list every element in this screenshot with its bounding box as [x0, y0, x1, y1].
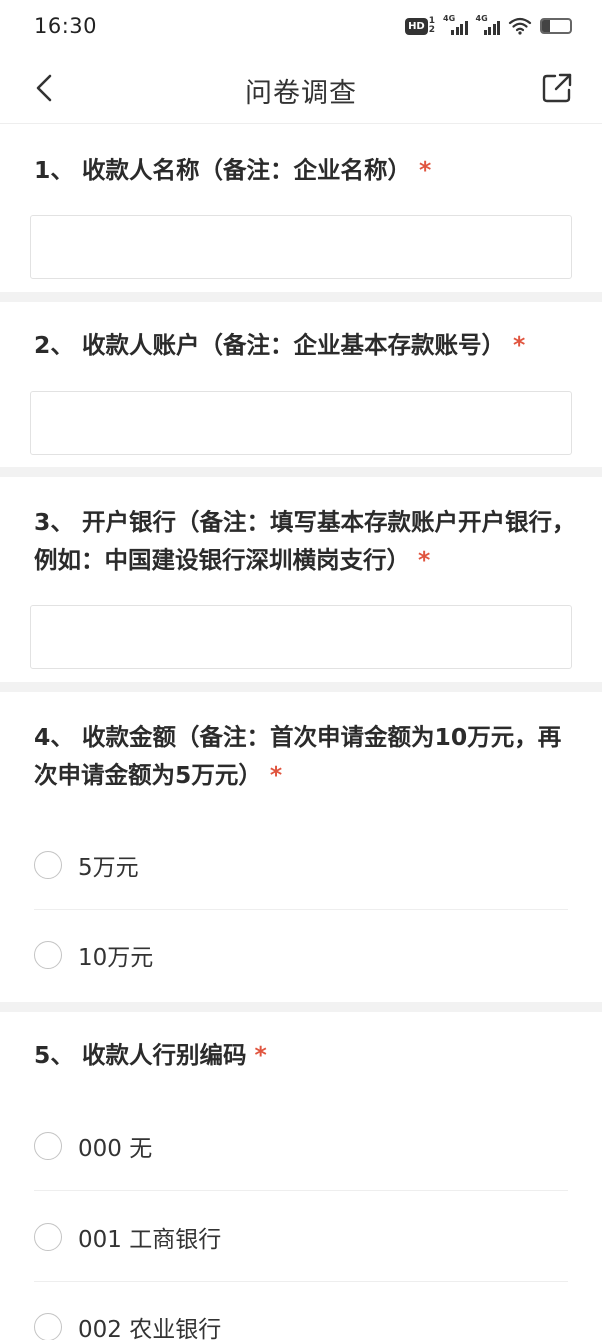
question-4-title-text: 4、 收款金额（备注：首次申请金额为10万元，再次申请金额为5万元）	[34, 723, 562, 789]
required-mark: *	[418, 546, 431, 574]
option-label: 10万元	[78, 945, 154, 971]
hd-icon: HD 1 2	[405, 17, 435, 35]
signal-2-label: 4G	[475, 14, 488, 23]
option-001[interactable]: 001 工商银行	[0, 1192, 602, 1282]
signal-1-label: 4G	[443, 14, 456, 23]
question-5-title: 5、 收款人行别编码 *	[34, 1036, 576, 1074]
question-4: 4、 收款金额（备注：首次申请金额为10万元，再次申请金额为5万元） * 5万元 …	[0, 692, 602, 1002]
hd-label: HD	[405, 17, 428, 35]
radio-button[interactable]	[34, 1223, 62, 1251]
question-3-title-text: 3、 开户银行（备注：填写基本存款账户开户银行，例如：中国建设银行深圳横岗支行）	[34, 508, 576, 574]
question-3-title: 3、 开户银行（备注：填写基本存款账户开户银行，例如：中国建设银行深圳横岗支行）…	[34, 503, 576, 579]
option-label: 001 工商银行	[78, 1227, 222, 1253]
payee-account-input[interactable]	[30, 391, 572, 455]
question-5-title-text: 5、 收款人行别编码	[34, 1041, 247, 1069]
radio-button[interactable]	[34, 941, 62, 969]
question-4-title: 4、 收款金额（备注：首次申请金额为10万元，再次申请金额为5万元） *	[34, 718, 576, 794]
radio-button[interactable]	[34, 1132, 62, 1160]
section-divider	[0, 1002, 602, 1012]
required-mark: *	[419, 156, 432, 184]
nav-bar: 问卷调查	[0, 56, 602, 124]
status-bar: 16:30 HD 1 2 4G 4G	[0, 0, 602, 56]
required-mark: *	[254, 1041, 267, 1069]
question-2-title: 2、 收款人账户（备注：企业基本存款账号） *	[34, 326, 576, 364]
wifi-icon	[508, 17, 532, 35]
survey-screen: 16:30 HD 1 2 4G 4G 问卷调查 1、 收款人名称（备注：企业名称…	[0, 0, 602, 1340]
battery-icon	[540, 18, 572, 34]
option-10wan[interactable]: 10万元	[0, 910, 602, 1000]
share-icon[interactable]	[540, 71, 574, 105]
required-mark: *	[513, 331, 526, 359]
option-000[interactable]: 000 无	[0, 1101, 602, 1191]
payee-name-input[interactable]	[30, 215, 572, 279]
hd-sub: 1 2	[429, 17, 435, 35]
status-icons: HD 1 2 4G 4G	[405, 14, 572, 38]
section-divider	[0, 467, 602, 477]
bank-name-input[interactable]	[30, 605, 572, 669]
question-3: 3、 开户银行（备注：填写基本存款账户开户银行，例如：中国建设银行深圳横岗支行）…	[0, 477, 602, 682]
option-label: 002 农业银行	[78, 1317, 222, 1340]
question-1-title: 1、 收款人名称（备注：企业名称） *	[34, 151, 576, 189]
option-divider	[34, 1190, 568, 1191]
page-title: 问卷调查	[245, 78, 357, 109]
question-1: 1、 收款人名称（备注：企业名称） *	[0, 125, 602, 292]
question-2: 2、 收款人账户（备注：企业基本存款账号） *	[0, 302, 602, 467]
section-divider	[0, 682, 602, 692]
option-5wan[interactable]: 5万元	[0, 820, 602, 910]
question-5: 5、 收款人行别编码 * 000 无 001 工商银行 002 农业银行	[0, 1012, 602, 1340]
hd-sub-bottom: 2	[428, 25, 435, 35]
signal-icon-1: 4G	[443, 14, 468, 35]
question-2-title-text: 2、 收款人账户（备注：企业基本存款账号）	[34, 331, 506, 359]
radio-button[interactable]	[34, 851, 62, 879]
option-label: 5万元	[78, 855, 139, 881]
required-mark: *	[269, 761, 283, 789]
radio-button[interactable]	[34, 1313, 62, 1340]
status-time: 16:30	[34, 14, 98, 38]
option-002[interactable]: 002 农业银行	[0, 1282, 602, 1340]
section-divider	[0, 292, 602, 302]
signal-icon-2: 4G	[475, 14, 500, 35]
option-label: 000 无	[78, 1136, 153, 1162]
question-1-title-text: 1、 收款人名称（备注：企业名称）	[34, 156, 412, 184]
